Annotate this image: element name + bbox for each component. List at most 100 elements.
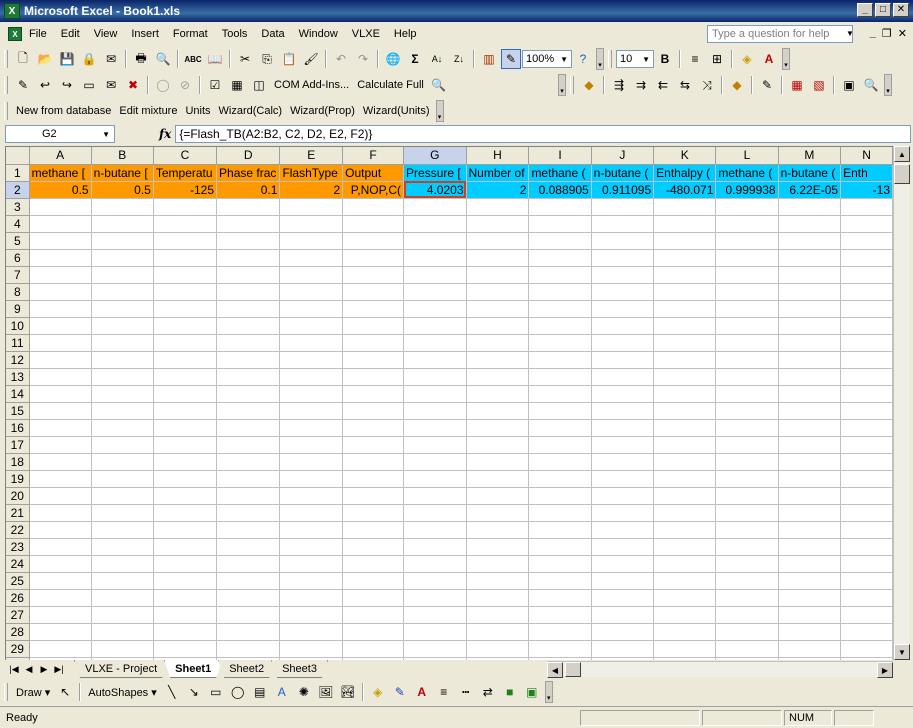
cell-L16[interactable] [715,419,779,437]
row-header[interactable]: 10 [6,317,30,335]
cell-I9[interactable] [528,300,592,318]
row-header[interactable]: 9 [6,300,30,318]
cell-H15[interactable] [466,402,530,420]
cell-K26[interactable] [653,589,717,607]
remove-precedents-icon[interactable]: ⇉ [631,75,651,95]
cell-D1[interactable]: Phase frac [216,164,281,182]
row-header[interactable]: 25 [6,572,30,590]
row-header[interactable]: 8 [6,283,30,301]
tab-sheet3[interactable]: Sheet3 [271,660,328,678]
cell-F26[interactable] [342,589,405,607]
cell-L15[interactable] [715,402,779,420]
cell-C3[interactable] [153,198,218,216]
cell-F29[interactable] [342,640,405,658]
cell-L19[interactable] [715,470,779,488]
cell-E2[interactable]: 2 [279,181,344,199]
cell-C1[interactable]: Temperatu [153,164,218,182]
rectangle-icon[interactable]: ▭ [206,682,226,702]
toolbar-options[interactable]: ▾ [558,74,566,96]
cell-J16[interactable] [591,419,655,437]
cell-D9[interactable] [216,300,281,318]
clear-icon[interactable]: ⊘ [175,75,195,95]
cell-A29[interactable] [29,640,92,658]
cell-F25[interactable] [342,572,405,590]
column-header[interactable]: I [528,147,592,165]
cell-N27[interactable] [840,606,893,624]
fill-color-icon[interactable]: ◈ [737,49,757,69]
cell-E18[interactable] [279,453,344,471]
maximize-button[interactable]: □ [875,3,891,17]
cell-E7[interactable] [279,266,344,284]
cell-E10[interactable] [279,317,344,335]
cell-J28[interactable] [591,623,655,641]
cell-N20[interactable] [840,487,893,505]
cell-G19[interactable] [403,470,467,488]
cell-K8[interactable] [653,283,717,301]
cell-F22[interactable] [342,521,405,539]
select-objects-icon[interactable]: ↖ [55,682,75,702]
cell-K29[interactable] [653,640,717,658]
cell-C23[interactable] [153,538,218,556]
column-header[interactable]: H [466,147,530,165]
cell-C26[interactable] [153,589,218,607]
cell-B28[interactable] [91,623,154,641]
spelling-icon[interactable]: ABC [183,49,203,69]
cell-M20[interactable] [778,487,842,505]
cell-J10[interactable] [591,317,655,335]
cell-D18[interactable] [216,453,281,471]
cell-B18[interactable] [91,453,154,471]
wizard-calc-button[interactable]: Wizard(Calc) [215,105,287,117]
cell-A25[interactable] [29,572,92,590]
row-header[interactable]: 1 [6,164,30,182]
insert-function-icon[interactable]: fx [159,127,171,141]
cell-A14[interactable] [29,385,92,403]
cell-J17[interactable] [591,436,655,454]
cell-I2[interactable]: 0.088905 [528,181,592,199]
cell-C6[interactable] [153,249,218,267]
cell-G7[interactable] [403,266,467,284]
cell-E29[interactable] [279,640,344,658]
cell-J20[interactable] [591,487,655,505]
cell-L5[interactable] [715,232,779,250]
cell-F16[interactable] [342,419,405,437]
toolbar-grip[interactable] [608,50,612,68]
cell-N8[interactable] [840,283,893,301]
cell-E20[interactable] [279,487,344,505]
cell-A20[interactable] [29,487,92,505]
undo-icon[interactable]: ↶ [331,49,351,69]
bold-button[interactable]: B [655,49,675,69]
cell-C7[interactable] [153,266,218,284]
cell-I14[interactable] [528,385,592,403]
name-box[interactable]: G2 ▼ [5,125,115,143]
cell-E5[interactable] [279,232,344,250]
circle-invalid-icon[interactable]: ▦ [787,75,807,95]
cell-M16[interactable] [778,419,842,437]
select-all-corner[interactable] [6,147,30,165]
cell-J15[interactable] [591,402,655,420]
cell-L27[interactable] [715,606,779,624]
cell-I20[interactable] [528,487,592,505]
cell-B12[interactable] [91,351,154,369]
cell-E19[interactable] [279,470,344,488]
cell-I19[interactable] [528,470,592,488]
cell-I12[interactable] [528,351,592,369]
sort-ascending-icon[interactable]: A↓ [427,49,447,69]
cell-N6[interactable] [840,249,893,267]
cell-M18[interactable] [778,453,842,471]
row-header[interactable]: 16 [6,419,30,437]
cell-M25[interactable] [778,572,842,590]
cell-D11[interactable] [216,334,281,352]
paste-icon[interactable]: 📋 [279,49,299,69]
cell-M19[interactable] [778,470,842,488]
cell-L14[interactable] [715,385,779,403]
cell-D27[interactable] [216,606,281,624]
cell-A13[interactable] [29,368,92,386]
chart-wizard-icon[interactable]: ▥ [479,49,499,69]
cell-A26[interactable] [29,589,92,607]
autoshapes-button[interactable]: AutoShapes ▾ [84,686,161,699]
font-color-icon[interactable]: A [412,682,432,702]
column-header[interactable]: A [29,147,92,165]
cell-G29[interactable] [403,640,467,658]
cell-A8[interactable] [29,283,92,301]
toolbar-grip[interactable] [570,76,574,94]
